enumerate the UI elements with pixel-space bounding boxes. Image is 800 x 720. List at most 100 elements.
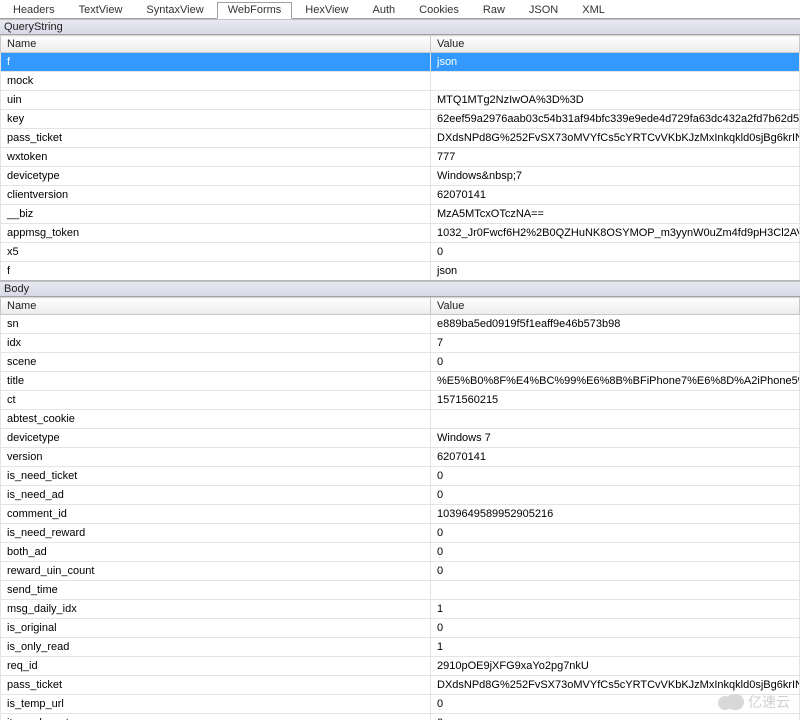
cell-value[interactable]: %E5%B0%8F%E4%BC%99%E6%8B%BFiPhone7%E6%8D… bbox=[431, 372, 800, 391]
cell-name[interactable]: both_ad bbox=[1, 543, 431, 562]
cell-name[interactable]: send_time bbox=[1, 581, 431, 600]
cell-name[interactable]: msg_daily_idx bbox=[1, 600, 431, 619]
tab-raw[interactable]: Raw bbox=[472, 2, 516, 18]
cell-name[interactable]: devicetype bbox=[1, 429, 431, 448]
cell-name[interactable]: is_need_ad bbox=[1, 486, 431, 505]
table-row[interactable]: wxtoken777 bbox=[1, 148, 800, 167]
cell-name[interactable]: mock bbox=[1, 72, 431, 91]
table-row[interactable]: is_need_ticket0 bbox=[1, 467, 800, 486]
cell-value[interactable]: 1571560215 bbox=[431, 391, 800, 410]
cell-name[interactable]: x5 bbox=[1, 243, 431, 262]
cell-name[interactable]: is_original bbox=[1, 619, 431, 638]
body-col-name[interactable]: Name bbox=[1, 298, 431, 315]
tab-json[interactable]: JSON bbox=[518, 2, 569, 18]
table-row[interactable]: mock bbox=[1, 72, 800, 91]
table-row[interactable]: ct1571560215 bbox=[1, 391, 800, 410]
tab-webforms[interactable]: WebForms bbox=[217, 2, 293, 19]
cell-name[interactable]: version bbox=[1, 448, 431, 467]
cell-value[interactable]: 2910pOE9jXFG9xaYo2pg7nkU bbox=[431, 657, 800, 676]
cell-value[interactable]: MTQ1MTg2NzIwOA%3D%3D bbox=[431, 91, 800, 110]
cell-value[interactable]: 0 bbox=[431, 467, 800, 486]
cell-name[interactable]: is_need_ticket bbox=[1, 467, 431, 486]
cell-name[interactable]: idx bbox=[1, 334, 431, 353]
table-row[interactable]: pass_ticketDXdsNPd8G%252FvSX73oMVYfCs5cY… bbox=[1, 129, 800, 148]
table-row[interactable]: scene0 bbox=[1, 353, 800, 372]
cell-value[interactable]: 1032_Jr0Fwcf6H2%2B0QZHuNK8OSYMOP_m3yynW0… bbox=[431, 224, 800, 243]
cell-value[interactable]: 0 bbox=[431, 243, 800, 262]
cell-name[interactable]: title bbox=[1, 372, 431, 391]
cell-value[interactable]: Windows&nbsp;7 bbox=[431, 167, 800, 186]
cell-name[interactable]: pass_ticket bbox=[1, 676, 431, 695]
cell-value[interactable]: 0 bbox=[431, 524, 800, 543]
cell-value[interactable]: 0 bbox=[431, 714, 800, 720]
tab-syntaxview[interactable]: SyntaxView bbox=[135, 2, 214, 18]
cell-name[interactable]: ct bbox=[1, 391, 431, 410]
table-row[interactable]: is_need_reward0 bbox=[1, 524, 800, 543]
cell-value[interactable]: 1039649589952905216 bbox=[431, 505, 800, 524]
table-row[interactable]: version62070141 bbox=[1, 448, 800, 467]
cell-name[interactable]: is_only_read bbox=[1, 638, 431, 657]
table-row[interactable]: idx7 bbox=[1, 334, 800, 353]
table-row[interactable]: is_temp_url0 bbox=[1, 695, 800, 714]
cell-name[interactable]: item_show_type bbox=[1, 714, 431, 720]
cell-value[interactable] bbox=[431, 581, 800, 600]
table-row[interactable]: fjson bbox=[1, 262, 800, 281]
cell-value[interactable]: json bbox=[431, 53, 800, 72]
cell-value[interactable]: MzA5MTcxOTczNA== bbox=[431, 205, 800, 224]
tab-auth[interactable]: Auth bbox=[362, 2, 407, 18]
cell-value[interactable]: 0 bbox=[431, 543, 800, 562]
cell-value[interactable]: 0 bbox=[431, 695, 800, 714]
table-row[interactable]: is_original0 bbox=[1, 619, 800, 638]
cell-value[interactable]: 62070141 bbox=[431, 448, 800, 467]
table-row[interactable]: title%E5%B0%8F%E4%BC%99%E6%8B%BFiPhone7%… bbox=[1, 372, 800, 391]
table-row[interactable]: key62eef59a2976aab03c54b31af94bfc339e9ed… bbox=[1, 110, 800, 129]
table-row[interactable]: req_id2910pOE9jXFG9xaYo2pg7nkU bbox=[1, 657, 800, 676]
cell-value[interactable]: e889ba5ed0919f5f1eaff9e46b573b98 bbox=[431, 315, 800, 334]
cell-name[interactable]: wxtoken bbox=[1, 148, 431, 167]
body-col-value[interactable]: Value bbox=[431, 298, 800, 315]
cell-value[interactable]: 7 bbox=[431, 334, 800, 353]
cell-name[interactable]: abtest_cookie bbox=[1, 410, 431, 429]
cell-value[interactable]: 62070141 bbox=[431, 186, 800, 205]
table-row[interactable]: clientversion62070141 bbox=[1, 186, 800, 205]
cell-name[interactable]: is_need_reward bbox=[1, 524, 431, 543]
cell-name[interactable]: key bbox=[1, 110, 431, 129]
cell-value[interactable]: 0 bbox=[431, 353, 800, 372]
table-row[interactable]: x50 bbox=[1, 243, 800, 262]
cell-value[interactable]: 0 bbox=[431, 486, 800, 505]
table-row[interactable]: sne889ba5ed0919f5f1eaff9e46b573b98 bbox=[1, 315, 800, 334]
tab-cookies[interactable]: Cookies bbox=[408, 2, 470, 18]
cell-name[interactable]: devicetype bbox=[1, 167, 431, 186]
cell-value[interactable] bbox=[431, 72, 800, 91]
cell-name[interactable]: comment_id bbox=[1, 505, 431, 524]
cell-value[interactable]: 777 bbox=[431, 148, 800, 167]
querystring-col-value[interactable]: Value bbox=[431, 36, 800, 53]
table-row[interactable]: uinMTQ1MTg2NzIwOA%3D%3D bbox=[1, 91, 800, 110]
table-row[interactable]: __bizMzA5MTcxOTczNA== bbox=[1, 205, 800, 224]
table-row[interactable]: send_time bbox=[1, 581, 800, 600]
tab-textview[interactable]: TextView bbox=[68, 2, 134, 18]
cell-value[interactable]: 62eef59a2976aab03c54b31af94bfc339e9ede4d… bbox=[431, 110, 800, 129]
tab-headers[interactable]: Headers bbox=[2, 2, 66, 18]
cell-value[interactable]: Windows 7 bbox=[431, 429, 800, 448]
cell-value[interactable]: 1 bbox=[431, 600, 800, 619]
cell-value[interactable]: 0 bbox=[431, 619, 800, 638]
table-row[interactable]: abtest_cookie bbox=[1, 410, 800, 429]
cell-name[interactable]: pass_ticket bbox=[1, 129, 431, 148]
table-row[interactable]: both_ad0 bbox=[1, 543, 800, 562]
cell-value[interactable]: DXdsNPd8G%252FvSX73oMVYfCs5cYRTCvVKbKJzM… bbox=[431, 676, 800, 695]
cell-value[interactable]: json bbox=[431, 262, 800, 281]
cell-value[interactable]: 1 bbox=[431, 638, 800, 657]
table-row[interactable]: item_show_type0 bbox=[1, 714, 800, 720]
cell-value[interactable]: DXdsNPd8G%252FvSX73oMVYfCs5cYRTCvVKbKJzM… bbox=[431, 129, 800, 148]
cell-name[interactable]: is_temp_url bbox=[1, 695, 431, 714]
cell-name[interactable]: f bbox=[1, 53, 431, 72]
tab-xml[interactable]: XML bbox=[571, 2, 616, 18]
cell-name[interactable]: req_id bbox=[1, 657, 431, 676]
table-row[interactable]: comment_id1039649589952905216 bbox=[1, 505, 800, 524]
cell-name[interactable]: f bbox=[1, 262, 431, 281]
table-row[interactable]: is_only_read1 bbox=[1, 638, 800, 657]
cell-name[interactable]: sn bbox=[1, 315, 431, 334]
cell-name[interactable]: scene bbox=[1, 353, 431, 372]
querystring-col-name[interactable]: Name bbox=[1, 36, 431, 53]
